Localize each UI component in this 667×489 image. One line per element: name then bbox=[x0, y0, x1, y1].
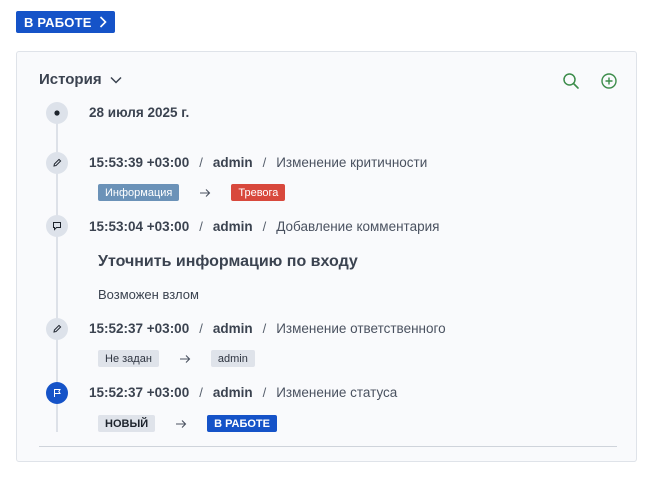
old-severity-tag: Информация bbox=[98, 184, 180, 201]
separator: / bbox=[262, 385, 267, 400]
history-entry: 15:52:37 +03:00 / admin / Изменение отве… bbox=[89, 321, 446, 336]
separator: / bbox=[199, 385, 203, 400]
new-assignee-tag: admin bbox=[210, 350, 255, 367]
entry-user: admin bbox=[212, 219, 253, 234]
old-assignee-tag: Не задан bbox=[98, 350, 159, 367]
entry-action: Добавление комментария bbox=[276, 219, 440, 234]
entry-time: 15:53:39 +03:00 bbox=[89, 155, 190, 170]
entry-time: 15:52:37 +03:00 bbox=[89, 321, 190, 336]
history-entry: 15:52:37 +03:00 / admin / Изменение стат… bbox=[89, 385, 397, 400]
separator: / bbox=[199, 219, 203, 234]
history-panel: История 28 июля 2025 г. 15:53:39 +03:00 … bbox=[16, 51, 637, 462]
change-tags: Не задан admin bbox=[98, 350, 255, 367]
history-title: История bbox=[39, 71, 102, 88]
pencil-icon bbox=[46, 152, 68, 174]
arrow-right-icon bbox=[155, 419, 207, 429]
date-dot-icon bbox=[46, 102, 68, 124]
pencil-icon bbox=[46, 318, 68, 340]
timeline-date: 28 июля 2025 г. bbox=[89, 105, 190, 120]
search-icon[interactable] bbox=[562, 72, 580, 90]
status-button[interactable]: В РАБОТЕ bbox=[16, 11, 115, 33]
chevron-down-icon bbox=[110, 76, 122, 84]
separator: / bbox=[262, 219, 267, 234]
comment-title: Уточнить информацию по входу bbox=[98, 253, 358, 270]
old-status-tag: НОВЫЙ bbox=[98, 415, 156, 432]
entry-action: Изменение ответственного bbox=[276, 321, 446, 336]
plus-circle-icon[interactable] bbox=[600, 72, 618, 90]
arrow-right-icon bbox=[159, 354, 211, 364]
arrow-right-icon bbox=[179, 188, 231, 198]
history-actions bbox=[562, 72, 618, 90]
new-severity-tag: Тревога bbox=[231, 184, 286, 201]
entry-time: 15:52:37 +03:00 bbox=[89, 385, 190, 400]
change-tags: Информация Тревога bbox=[98, 184, 286, 201]
flag-icon bbox=[46, 382, 68, 404]
entry-time: 15:53:04 +03:00 bbox=[89, 219, 190, 234]
separator: / bbox=[199, 321, 203, 336]
separator: / bbox=[262, 321, 267, 336]
comment-body: Возможен взлом bbox=[98, 287, 199, 302]
change-tags: НОВЫЙ В РАБОТЕ bbox=[98, 415, 277, 432]
entry-action: Изменение статуса bbox=[276, 385, 398, 400]
separator: / bbox=[199, 155, 203, 170]
separator: / bbox=[262, 155, 267, 170]
status-button-label: В РАБОТЕ bbox=[24, 14, 92, 30]
history-entry: 15:53:04 +03:00 / admin / Добавление ком… bbox=[89, 219, 439, 234]
divider bbox=[39, 446, 617, 447]
entry-user: admin bbox=[212, 321, 253, 336]
entry-user: admin bbox=[212, 155, 253, 170]
history-entry: 15:53:39 +03:00 / admin / Изменение крит… bbox=[89, 155, 427, 170]
entry-user: admin bbox=[212, 385, 253, 400]
history-toggle[interactable]: История bbox=[39, 71, 122, 88]
comment-icon bbox=[46, 215, 68, 237]
entry-action: Изменение критичности bbox=[276, 155, 428, 170]
chevron-right-icon bbox=[99, 16, 107, 28]
new-status-tag: В РАБОТЕ bbox=[207, 415, 277, 432]
